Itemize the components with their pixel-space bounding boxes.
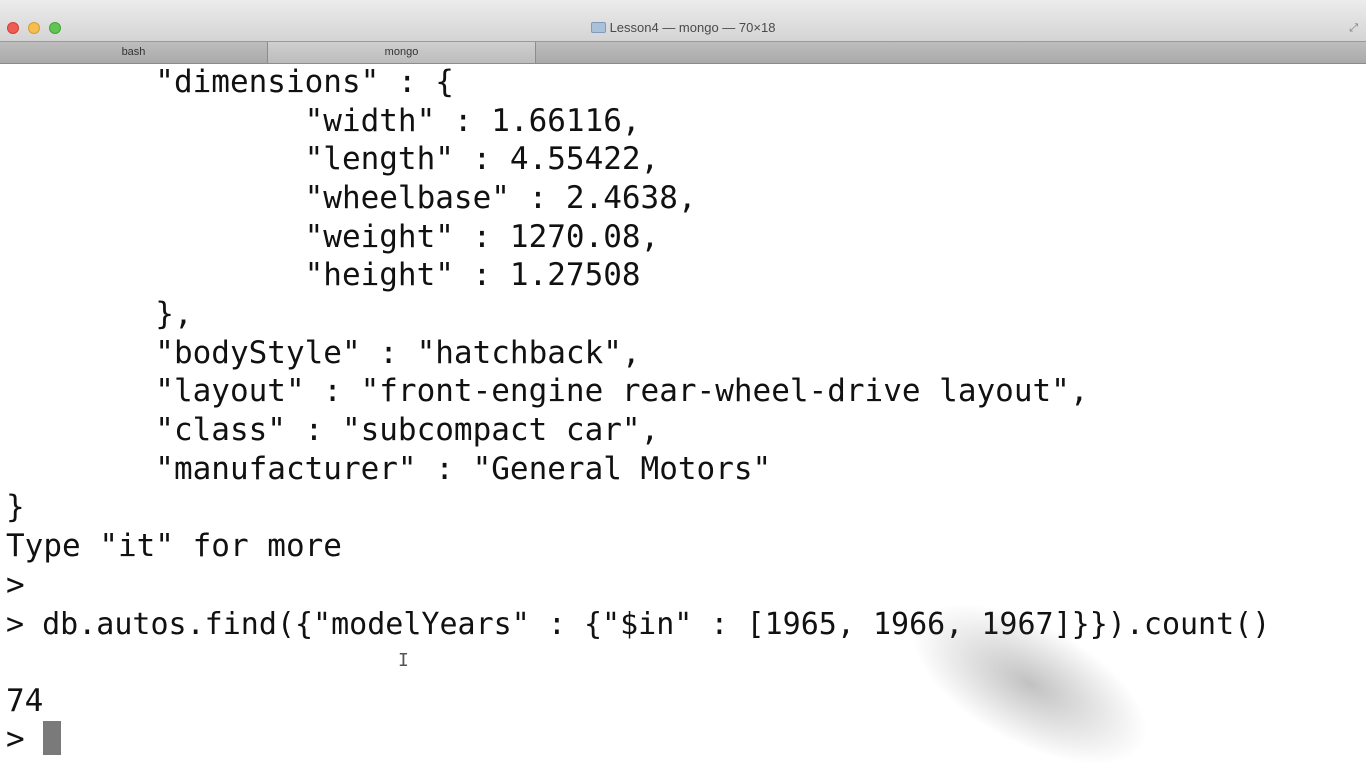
terminal-line: Type "it" for more <box>6 528 342 564</box>
command-line: > db.autos.find({"modelYears" : {"$in" :… <box>6 607 1271 642</box>
terminal-line: "wheelbase" : 2.4638, <box>6 180 697 216</box>
prompt-symbol: > <box>6 721 44 757</box>
terminal-line: "dimensions" : { <box>6 64 454 100</box>
terminal-line: "manufacturer" : "General Motors" <box>6 451 772 487</box>
ibeam-cursor-icon: I <box>398 650 409 671</box>
tab-mongo[interactable]: mongo <box>268 42 536 63</box>
screen-smudge <box>887 569 1173 768</box>
terminal-line: "class" : "subcompact car", <box>6 412 660 448</box>
active-prompt[interactable]: > <box>6 720 62 759</box>
terminal-line: > <box>6 567 25 603</box>
terminal-output[interactable]: "dimensions" : { "width" : 1.66116, "len… <box>0 64 1366 768</box>
tab-bash[interactable]: bash <box>0 42 268 63</box>
terminal-line: }, <box>6 296 193 332</box>
count-result: 74 <box>6 683 44 719</box>
window-title-text: Lesson4 — mongo — 70×18 <box>609 20 776 35</box>
terminal-line: } <box>6 489 25 525</box>
terminal-window: Lesson4 — mongo — 70×18 ⤢ bash mongo "di… <box>0 0 1366 768</box>
fullscreen-icon[interactable]: ⤢ <box>1349 21 1358 35</box>
terminal-line: "height" : 1.27508 <box>6 257 641 293</box>
terminal-line: "layout" : "front-engine rear-wheel-driv… <box>6 373 1089 409</box>
window-title: Lesson4 — mongo — 70×18 <box>0 20 1366 35</box>
terminal-line: "weight" : 1270.08, <box>6 219 660 255</box>
terminal-line: "width" : 1.66116, <box>6 103 641 139</box>
title-bar[interactable]: Lesson4 — mongo — 70×18 ⤢ <box>0 0 1366 42</box>
tab-bar: bash mongo <box>0 42 1366 64</box>
folder-icon <box>590 22 606 33</box>
terminal-line: "bodyStyle" : "hatchback", <box>6 335 641 371</box>
text-cursor <box>43 721 62 755</box>
terminal-line: "length" : 4.55422, <box>6 141 660 177</box>
